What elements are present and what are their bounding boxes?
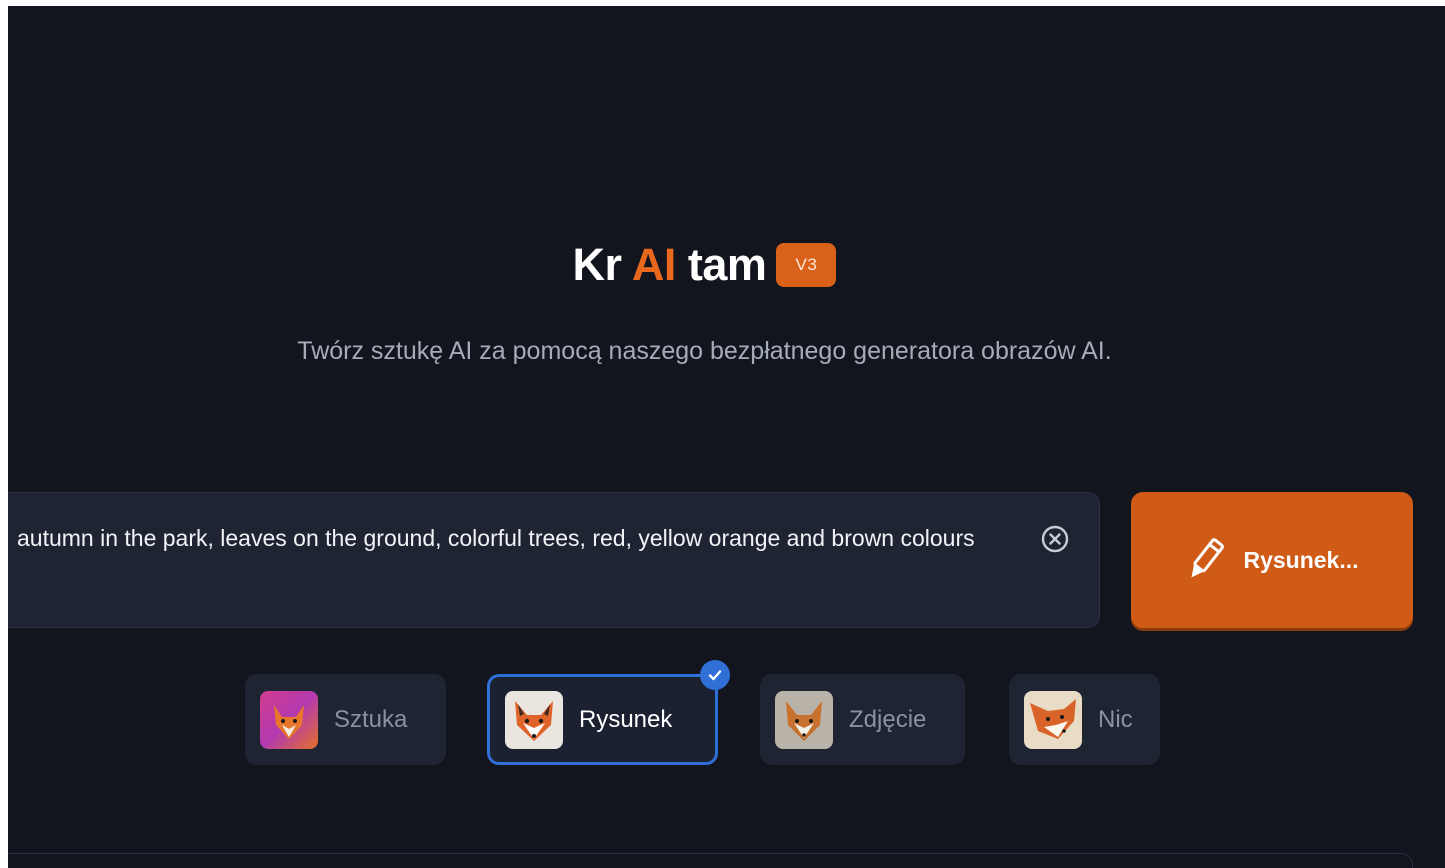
page-title: Kr AI tam V3: [0, 236, 1409, 294]
fox-art-thumbnail: [260, 690, 318, 749]
fox-photo-thumbnail: [775, 690, 833, 749]
style-option-label: Zdjęcie: [849, 705, 927, 733]
style-option-sztuka[interactable]: Sztuka: [245, 674, 446, 765]
prompt-input[interactable]: autumn in the park, leaves on the ground…: [8, 492, 1100, 628]
page-subtitle: Twórz sztukę AI za pomocą naszego bezpła…: [297, 337, 1112, 365]
results-panel: [8, 853, 1413, 868]
style-option-zdjecie[interactable]: Zdjęcie: [760, 674, 965, 765]
fox-drawing-thumbnail: [505, 690, 563, 749]
selected-check-icon: [700, 660, 730, 690]
style-option-rysunek[interactable]: Rysunek: [487, 674, 718, 765]
style-option-label: Nic: [1098, 705, 1133, 733]
close-circle-icon: [1041, 525, 1069, 553]
style-option-label: Sztuka: [334, 705, 408, 733]
clear-prompt-button[interactable]: [1037, 521, 1073, 557]
style-option-label: Rysunek: [579, 705, 673, 733]
window-left-edge: [0, 0, 8, 868]
window-top-edge: [0, 0, 1445, 6]
fox-none-thumbnail: [1024, 690, 1082, 749]
generate-button-label: Rysunek...: [1243, 546, 1359, 573]
pencil-icon: [1191, 538, 1225, 578]
prompt-text[interactable]: autumn in the park, leaves on the ground…: [17, 521, 977, 555]
page: Kr AI tam V3 Twórz sztukę AI za pomocą na…: [0, 0, 1445, 868]
title-accent: AI: [631, 239, 677, 290]
style-option-nic[interactable]: Nic: [1009, 674, 1160, 765]
title-part2: tam: [687, 239, 767, 290]
title-part1: Kr: [572, 239, 623, 290]
version-badge: V3: [776, 243, 837, 288]
generate-button[interactable]: Rysunek...: [1131, 492, 1413, 628]
